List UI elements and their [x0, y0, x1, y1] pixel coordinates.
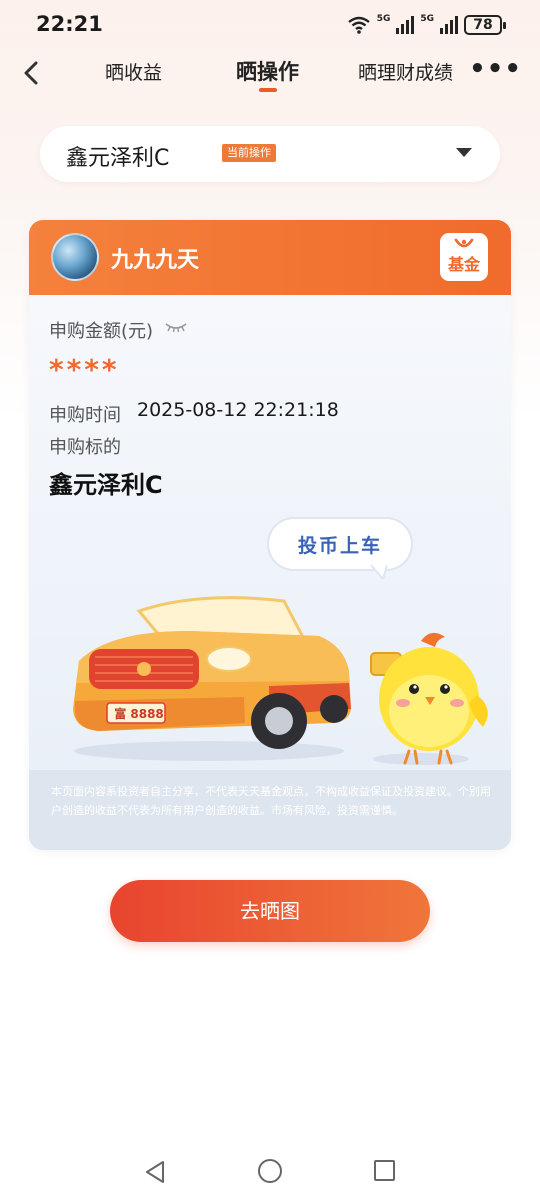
wifi-icon: [347, 16, 370, 34]
fund-logo: 基金: [440, 233, 488, 281]
share-card: 九九九天 基金 申购金额(元) **** 申购时间 2025-08-12 22:…: [29, 220, 511, 850]
tab-share-operation[interactable]: 晒操作: [236, 56, 299, 86]
signal-icon: [396, 16, 415, 34]
tab-share-earnings[interactable]: 晒收益: [105, 58, 162, 85]
back-button[interactable]: [14, 56, 48, 90]
disclaimer: 本页面内容系投资者自主分享，不代表天天基金观点，不构成收益保证及投资建议。个别用…: [29, 770, 511, 850]
purchase-time-value: 2025-08-12 22:21:18: [137, 399, 339, 421]
eye-closed-icon[interactable]: [165, 321, 187, 333]
more-button[interactable]: •••: [469, 54, 522, 84]
system-nav-bar: [0, 1140, 540, 1200]
speech-bubble-tail: [369, 565, 387, 579]
share-image-button[interactable]: 去晒图: [110, 880, 430, 942]
car-and-chick-illustration: [73, 596, 488, 765]
status-icons: 5G 5G 78: [347, 12, 506, 38]
avatar: [51, 233, 99, 281]
nav-back-icon[interactable]: [144, 1160, 166, 1184]
status-bar: 22:21 5G 5G 78: [0, 0, 540, 48]
selected-fund-name: 鑫元泽利C: [66, 146, 170, 171]
speech-bubble-text: 投币上车: [297, 534, 382, 557]
purchase-amount-value: ****: [49, 353, 120, 386]
user-name: 九九九天: [111, 248, 200, 273]
purchase-target-value: 鑫元泽利C: [49, 471, 163, 499]
network-label: 5G: [420, 14, 434, 24]
card-body: 申购金额(元) **** 申购时间 2025-08-12 22:21:18 申购…: [29, 295, 511, 770]
current-operation-badge: 当前操作: [222, 144, 276, 162]
chevron-left-icon: [24, 61, 38, 85]
speech-bubble: 投币上车: [267, 517, 413, 571]
battery-indicator: 78: [464, 15, 506, 35]
nav-home-icon[interactable]: [258, 1159, 282, 1183]
caret-down-icon: [456, 148, 472, 157]
fund-selector[interactable]: 鑫元泽利C 当前操作: [40, 126, 500, 182]
purchase-time-label: 申购时间: [49, 405, 121, 426]
active-tab-indicator: [259, 88, 277, 92]
tab-share-results[interactable]: 晒理财成绩: [358, 58, 453, 85]
nav-recent-icon[interactable]: [374, 1160, 395, 1181]
top-nav: 晒收益 晒操作 晒理财成绩 •••: [0, 48, 540, 98]
purchase-amount-label: 申购金额(元): [49, 321, 154, 342]
network-label: 5G: [376, 14, 391, 24]
signal-icon: [440, 16, 458, 34]
status-time: 22:21: [36, 12, 103, 36]
license-plate-text: 富 8888: [114, 707, 164, 721]
fund-logo-text: 基金: [447, 255, 480, 274]
flame-icon: [454, 238, 474, 248]
purchase-target-label: 申购标的: [49, 437, 121, 458]
card-header: 九九九天 基金: [29, 220, 511, 295]
